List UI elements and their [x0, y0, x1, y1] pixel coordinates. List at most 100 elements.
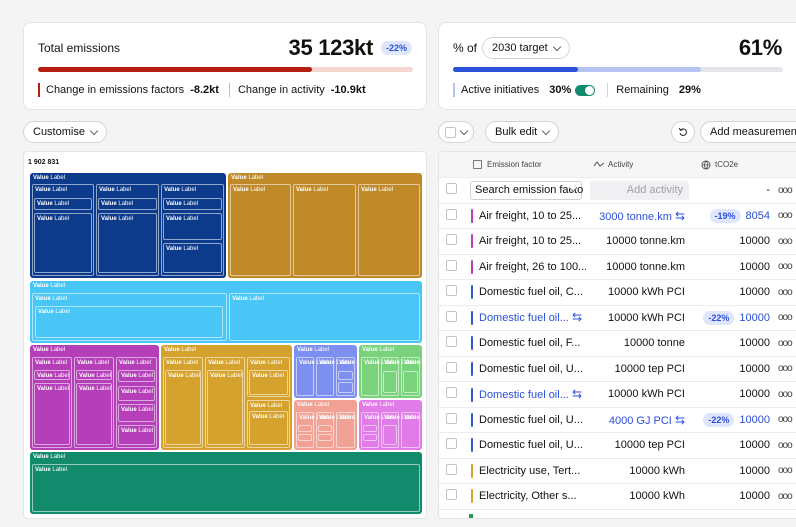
row-activity[interactable]: 10000 tonne.km: [586, 254, 693, 280]
row-factor[interactable]: Air freight, 26 to 100...: [465, 254, 586, 280]
row-checkbox[interactable]: [446, 463, 457, 475]
treemap-sub[interactable]: Value Label: [35, 306, 223, 338]
treemap-sub[interactable]: [383, 425, 397, 445]
treemap-sub[interactable]: Value Label: [401, 412, 422, 448]
treemap-sub[interactable]: [318, 434, 332, 441]
row-menu-icon[interactable]: ooo: [778, 330, 796, 357]
table-row[interactable]: Domestic fuel oil... ⇆ 10000 kWh PCI 10000…: [439, 381, 796, 408]
treemap-sub[interactable]: Value Label: [230, 184, 291, 276]
treemap-sub[interactable]: [363, 434, 377, 441]
row-menu-icon[interactable]: ooo: [778, 407, 796, 433]
treemap-sub[interactable]: [298, 425, 312, 432]
select-all-checkbox[interactable]: [445, 126, 456, 138]
table-row[interactable]: Air freight, 26 to 100... 10000 tonne.km 1…: [439, 254, 796, 280]
swap-icon[interactable]: ⇆: [675, 413, 685, 427]
row-activity[interactable]: 10000 kWh PCI: [586, 279, 693, 306]
search-factor-input[interactable]: Search emission facto: [470, 180, 583, 200]
treemap-sub[interactable]: Value Label: [296, 357, 331, 396]
customise-button[interactable]: Customise: [23, 121, 107, 143]
treemap-block-navy[interactable]: Value Label Value Label Value Label Value L…: [30, 173, 226, 278]
treemap-sub[interactable]: Value Label: [34, 383, 70, 445]
row-factor[interactable]: Domestic fuel oil, C...: [465, 279, 586, 306]
row-activity[interactable]: 3000 tonne.km ⇆: [586, 203, 693, 229]
row-menu-icon[interactable]: ooo: [778, 483, 796, 510]
row-factor[interactable]: Domestic fuel oil, U...: [465, 407, 586, 433]
row-factor[interactable]: Electricity, Other s...: [465, 483, 586, 510]
row-menu-icon[interactable]: ooo: [778, 305, 796, 331]
row-activity[interactable]: 4000 GJ PCI ⇆: [586, 407, 693, 433]
treemap-sub[interactable]: Value Label: [98, 198, 157, 210]
table-row[interactable]: Electricity use, Tert... 10000 kWh 10000 oo…: [439, 458, 796, 484]
row-checkbox[interactable]: [446, 208, 457, 220]
treemap-block-mint[interactable]: Value LabelValue LabelValue LabelValue L…: [359, 345, 422, 398]
table-row[interactable]: Air freight, 10 to 25... 3000 tonne.km ⇆ -…: [439, 203, 796, 229]
row-factor[interactable]: Domestic fuel oil, U...: [465, 432, 586, 459]
treemap-sub[interactable]: Value Label: [118, 386, 155, 401]
add-activity-input[interactable]: Add activity: [590, 180, 689, 200]
treemap-sub[interactable]: Value Label: [249, 370, 288, 395]
row-checkbox[interactable]: [446, 438, 457, 450]
row-checkbox[interactable]: [446, 361, 457, 373]
row-activity[interactable]: 10000 kWh: [586, 458, 693, 484]
treemap-sub[interactable]: Value Label: [249, 411, 288, 445]
row-activity[interactable]: 10000 tep PCI: [586, 432, 693, 459]
row-factor[interactable]: Electricity use, Tert...: [465, 458, 586, 484]
treemap-block-orchid[interactable]: Value LabelValue LabelValue LabelValue L…: [359, 400, 422, 450]
treemap-sub[interactable]: Value Label: [76, 383, 112, 445]
treemap-sub[interactable]: Value Label: [118, 370, 155, 382]
treemap-sub[interactable]: Value Label: [207, 370, 243, 445]
table-row[interactable]: Domestic fuel oil, U... 10000 tep PCI 1000…: [439, 356, 796, 382]
treemap-sub[interactable]: Value Label: [165, 370, 201, 445]
row-menu-icon[interactable]: ooo: [778, 228, 796, 255]
treemap-sub[interactable]: [383, 371, 397, 393]
row-factor[interactable]: Domestic fuel oil, U...: [465, 356, 586, 382]
row-factor[interactable]: Air freight, 10 to 25...: [465, 203, 586, 229]
treemap-block-periwinkle[interactable]: Value LabelValue LabelValue LabelValue L…: [294, 345, 357, 398]
table-row[interactable]: Domestic fuel oil, F... 10000 tonne 10000 o…: [439, 330, 796, 357]
treemap-sub[interactable]: [338, 382, 353, 393]
row-checkbox[interactable]: [446, 336, 457, 348]
treemap-sub[interactable]: Value Label: [229, 293, 420, 341]
treemap-block-sky[interactable]: Value Label Value Label Value Label Value L…: [30, 281, 422, 343]
treemap-sub[interactable]: Value Label: [358, 184, 420, 276]
treemap-sub[interactable]: Value Label: [163, 198, 222, 210]
row-menu-icon[interactable]: ooo: [778, 254, 796, 280]
treemap-sub[interactable]: Value Label: [32, 464, 420, 512]
treemap-sub[interactable]: Value Label: [336, 412, 357, 448]
row-menu-icon[interactable]: ooo: [778, 177, 796, 204]
table-row[interactable]: Domestic fuel oil, U... 4000 GJ PCI ⇆ -22%…: [439, 407, 796, 433]
row-menu-icon[interactable]: ooo: [778, 279, 796, 306]
bulk-edit-button[interactable]: Bulk edit: [485, 121, 560, 143]
treemap-sub[interactable]: Value Label: [293, 184, 356, 276]
col-header-activity[interactable]: Activity: [586, 152, 693, 178]
swap-icon[interactable]: ⇆: [675, 209, 685, 223]
row-activity[interactable]: 10000 kWh PCI: [586, 381, 693, 408]
row-checkbox[interactable]: [446, 310, 457, 322]
col-header-factor[interactable]: Emission factor: [465, 152, 586, 178]
treemap-sub[interactable]: Value Label: [118, 404, 155, 422]
row-checkbox[interactable]: [446, 183, 457, 195]
treemap-block-ochre[interactable]: Value Label Value Label Value Label Value L…: [228, 173, 422, 278]
treemap-sub[interactable]: Value Label: [316, 357, 351, 396]
row-menu-icon[interactable]: ooo: [778, 203, 796, 229]
treemap-sub[interactable]: Value Label: [34, 213, 92, 273]
row-checkbox[interactable]: [446, 387, 457, 399]
row-factor[interactable]: Domestic fuel oil, F...: [465, 330, 586, 357]
target-select[interactable]: 2030 target: [482, 37, 570, 59]
row-checkbox[interactable]: [446, 489, 457, 501]
treemap-block-magenta[interactable]: Value Label Value Label Value Label Value L…: [30, 345, 159, 450]
row-menu-icon[interactable]: ooo: [778, 356, 796, 382]
treemap-sub[interactable]: Value Label: [361, 357, 396, 396]
col-header-tco2e[interactable]: tCO2e: [693, 152, 778, 178]
treemap-sub[interactable]: [298, 434, 312, 441]
row-activity[interactable]: 10000 tonne: [586, 330, 693, 357]
treemap-sub[interactable]: [318, 425, 332, 432]
treemap-sub[interactable]: Value Label: [76, 370, 112, 380]
treemap-sub[interactable]: Value Label: [98, 213, 157, 273]
treemap-block-teal[interactable]: Value Label Value Label: [30, 452, 422, 514]
table-row[interactable]: Domestic fuel oil... ⇆ 10000 kWh PCI -22% 1…: [439, 305, 796, 331]
row-activity[interactable]: 10000 tonne.km: [586, 228, 693, 255]
treemap-block-gold[interactable]: Value Label Value Label Value Label Value L…: [161, 345, 292, 450]
table-row[interactable]: Electricity, Other s... 10000 kWh 10000 ooo: [439, 483, 796, 510]
table-row[interactable]: Air freight, 10 to 25... 10000 tonne.km 10…: [439, 228, 796, 255]
